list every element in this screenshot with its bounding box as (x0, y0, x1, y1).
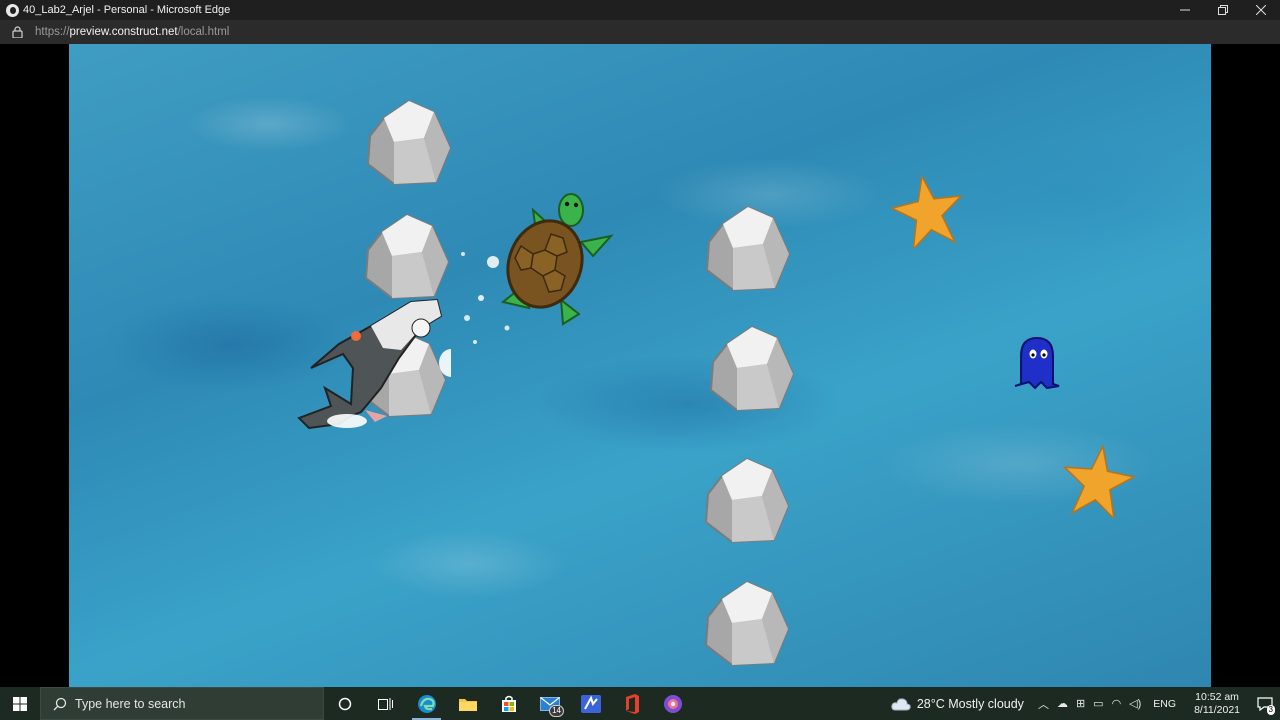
cortana-icon (338, 697, 351, 710)
blue-app-icon (580, 694, 601, 713)
clock-time: 10:52 am (1195, 690, 1239, 703)
taskbar-store[interactable] (488, 687, 529, 720)
turtle-sprite (500, 193, 614, 326)
office-icon (625, 693, 639, 714)
taskbar-file-explorer[interactable] (447, 687, 488, 720)
taskbar-purple-app[interactable] (652, 687, 693, 720)
url-text[interactable]: https://preview.construct.net/local.html (35, 26, 229, 38)
page-viewport (0, 44, 1280, 687)
shark-sprite (297, 298, 451, 430)
weather-text[interactable]: 28°C Mostly cloudy (917, 697, 1024, 711)
starfish-sprite (891, 174, 963, 248)
folder-icon (458, 698, 477, 711)
rock-sprite (366, 99, 452, 186)
search-placeholder: Type here to search (75, 696, 186, 711)
task-view-icon (377, 697, 393, 710)
wifi-icon[interactable]: ◠ (1112, 697, 1122, 710)
purple-app-icon (663, 694, 682, 713)
window-title: 40_Lab2_Arjel - Personal - Microsoft Edg… (23, 4, 231, 16)
title-bar: 40_Lab2_Arjel - Personal - Microsoft Edg… (0, 0, 1280, 20)
task-view-button[interactable] (365, 687, 406, 720)
windows-logo-icon (13, 696, 27, 711)
address-bar[interactable]: https://preview.construct.net/local.html (0, 20, 1280, 44)
store-icon (501, 695, 516, 712)
cortana-button[interactable] (324, 687, 365, 720)
blue-ghost-sprite (1014, 336, 1060, 390)
maximize-button[interactable] (1204, 0, 1242, 20)
language-indicator[interactable]: ENG (1153, 698, 1176, 710)
url-path: /local.html (177, 26, 230, 38)
system-tray: 28°C Mostly cloudy ︿ ☁ ⊞ ▭ ◠ ◁) ENG 10:5… (891, 687, 1280, 720)
taskbar-search-box[interactable]: Type here to search (40, 687, 324, 720)
clock-date: 8/11/2021 (1194, 703, 1240, 716)
game-canvas[interactable] (69, 44, 1211, 687)
notification-center-button[interactable]: 3 (1250, 687, 1280, 720)
onedrive-icon[interactable]: ☁ (1057, 697, 1068, 710)
chevron-up-icon[interactable]: ︿ (1038, 696, 1049, 712)
battery-icon[interactable]: ▭ (1093, 697, 1103, 710)
close-button[interactable] (1242, 0, 1280, 20)
notification-count: 3 (1266, 705, 1275, 715)
taskbar-mail[interactable]: 14 (529, 687, 570, 720)
taskbar: Type here to search 14 28°C Mostly cloud… (0, 687, 1280, 720)
minimize-button[interactable] (1166, 0, 1204, 20)
edge-app-icon (6, 3, 19, 17)
start-button[interactable] (0, 687, 40, 720)
taskbar-office[interactable] (611, 687, 652, 720)
minimize-icon (1180, 9, 1190, 11)
window-controls (1166, 0, 1280, 20)
rock-sprite (704, 580, 790, 667)
rock-sprite (709, 325, 795, 412)
lock-icon[interactable] (12, 26, 23, 38)
close-icon (1256, 5, 1266, 15)
search-icon (53, 697, 67, 710)
mail-badge: 14 (549, 705, 564, 717)
edge-icon (417, 694, 436, 713)
url-scheme: https:// (35, 26, 70, 38)
rock-sprite (705, 205, 791, 292)
taskbar-blue-app[interactable] (570, 687, 611, 720)
clock[interactable]: 10:52 am 8/11/2021 (1194, 691, 1240, 717)
url-host: preview.construct.net (69, 26, 178, 38)
rock-sprite (704, 457, 790, 544)
gift-icon[interactable]: ⊞ (1076, 697, 1085, 710)
starfish-sprite (1062, 444, 1135, 518)
restore-icon (1218, 5, 1228, 15)
taskbar-edge[interactable] (406, 687, 447, 720)
cloud-icon[interactable] (891, 697, 911, 711)
volume-icon[interactable]: ◁) (1129, 697, 1141, 710)
